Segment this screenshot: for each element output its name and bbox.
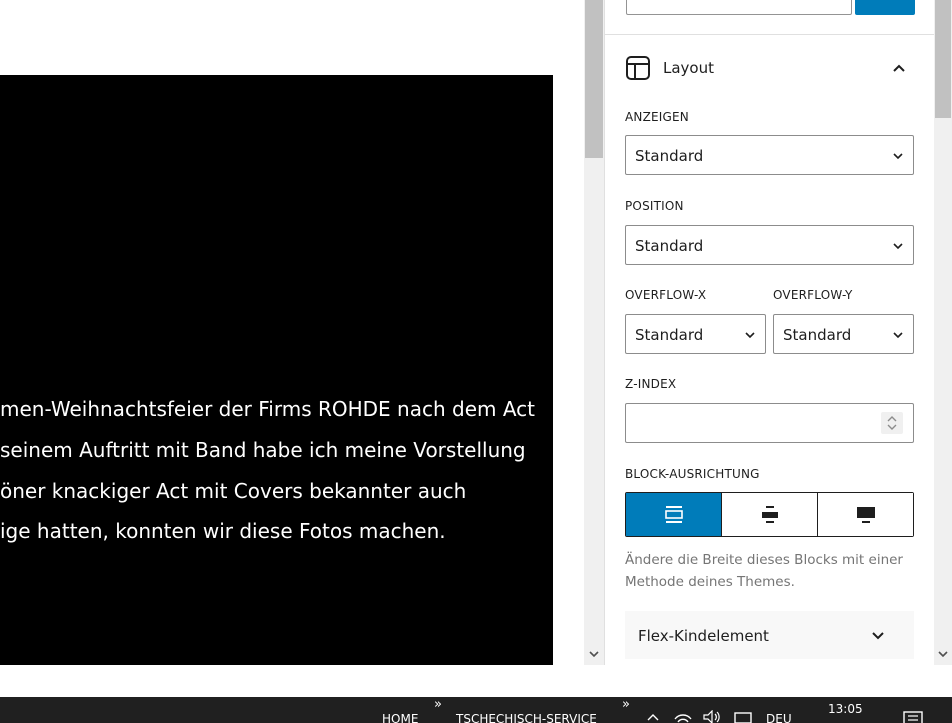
toolbar-home[interactable]: HOME — [382, 712, 418, 723]
display-select-value: Standard — [635, 147, 704, 165]
flex-panel-title: Flex-Kindelement — [638, 627, 769, 645]
overflow-y-select[interactable]: Standard — [773, 314, 914, 354]
position-select-value: Standard — [635, 237, 704, 255]
display-icon[interactable] — [734, 712, 752, 723]
flex-child-panel-toggle[interactable]: Flex-Kindelement — [625, 611, 914, 659]
position-label: POSITION — [625, 199, 684, 213]
toolbar-expand-icon[interactable]: » — [434, 697, 442, 712]
cover-block[interactable]: men-Weihnachtsfeier der Firms ROHDE nach… — [0, 75, 553, 665]
align-wide-button[interactable] — [722, 493, 818, 536]
position-select[interactable]: Standard — [625, 225, 914, 265]
scroll-down-arrow-icon[interactable] — [937, 648, 949, 660]
overflow-x-label: OVERFLOW-X — [625, 288, 707, 302]
display-select[interactable]: Standard — [625, 135, 914, 175]
block-alignment-help: Ändere die Breite dieses Blocks mit eine… — [625, 552, 903, 590]
block-alignment-label: BLOCK-AUSRICHTUNG — [625, 467, 760, 481]
paragraph-line[interactable]: seinem Auftritt mit Band habe ich meine … — [0, 438, 560, 462]
editor-canvas[interactable]: men-Weihnachtsfeier der Firms ROHDE nach… — [0, 0, 584, 665]
paragraph-line[interactable]: öner knackiger Act mit Covers bekannter … — [0, 479, 560, 503]
overflow-x-select[interactable]: Standard — [625, 314, 766, 354]
sidebar-scrollbar[interactable] — [934, 0, 952, 665]
taskbar: » HOME TSCHECHISCH-SERVICE » DEU 13:05 — [0, 697, 952, 723]
canvas-scroll-thumb[interactable] — [585, 0, 603, 158]
chevron-up-icon[interactable] — [646, 711, 660, 723]
z-index-label: Z-INDEX — [625, 377, 677, 391]
wifi-icon[interactable] — [674, 710, 692, 723]
window-bottom-edge — [0, 665, 952, 697]
align-full-icon — [856, 506, 875, 523]
canvas-scrollbar[interactable] — [584, 0, 604, 665]
align-full-button[interactable] — [818, 493, 913, 536]
chevron-down-icon — [893, 243, 903, 250]
link-input[interactable] — [626, 0, 852, 15]
scroll-down-arrow-icon[interactable] — [588, 648, 600, 660]
apply-button[interactable] — [855, 0, 915, 15]
layout-panel-toggle[interactable]: Layout — [605, 50, 934, 86]
display-label: ANZEIGEN — [625, 110, 689, 124]
paragraph-line[interactable]: ige hatten, konnten wir diese Fotos mach… — [0, 519, 560, 543]
block-alignment-group — [625, 492, 914, 537]
overflow-x-select-value: Standard — [635, 326, 704, 344]
align-none-button[interactable] — [626, 493, 722, 536]
clock-time[interactable]: 13:05 — [828, 702, 863, 716]
volume-icon[interactable] — [702, 710, 722, 723]
chevron-down-icon — [745, 332, 755, 339]
screen: men-Weihnachtsfeier der Firms ROHDE nach… — [0, 0, 952, 723]
notification-icon[interactable] — [903, 711, 925, 723]
spin-buttons-icon[interactable] — [881, 412, 903, 434]
layout-panel-title: Layout — [663, 59, 714, 77]
layout-icon — [626, 56, 650, 80]
overflow-y-select-value: Standard — [783, 326, 852, 344]
panel-divider — [605, 34, 934, 35]
paragraph-line[interactable]: men-Weihnachtsfeier der Firms ROHDE nach… — [0, 397, 560, 421]
sidebar-scroll-thumb[interactable] — [935, 0, 951, 118]
chevron-down-icon — [872, 632, 884, 640]
chevron-down-icon — [893, 153, 903, 160]
chevron-down-icon — [893, 332, 903, 339]
chevron-up-icon[interactable] — [889, 58, 909, 78]
input-language[interactable]: DEU — [766, 712, 792, 723]
toolbar-expand-icon[interactable]: » — [622, 697, 630, 712]
align-wide-icon — [761, 505, 778, 523]
toolbar-tschechisch-service[interactable]: TSCHECHISCH-SERVICE — [456, 712, 597, 723]
align-none-icon — [664, 505, 683, 523]
z-index-input[interactable] — [625, 403, 914, 443]
overflow-y-label: OVERFLOW-Y — [773, 288, 853, 302]
settings-sidebar: Layout ANZEIGEN Standard POSITION Standa… — [604, 0, 934, 665]
